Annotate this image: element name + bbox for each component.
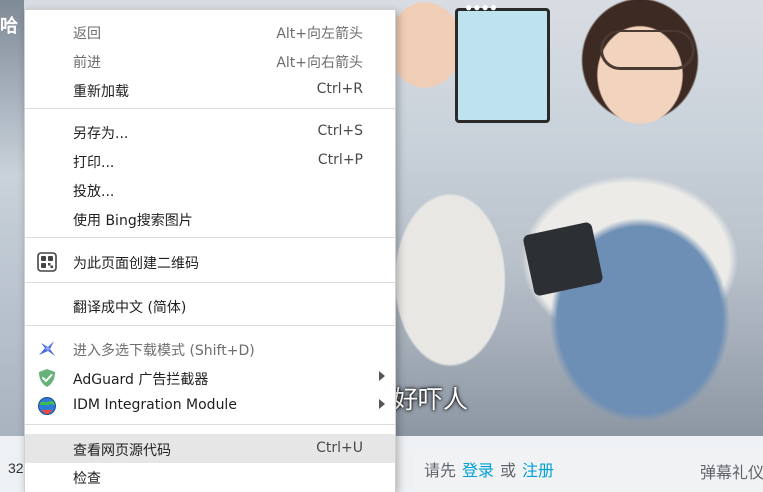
menu-item-adguard[interactable]: AdGuard 广告拦截器: [25, 363, 395, 392]
menu-item-shortcut: Ctrl+S: [317, 123, 363, 139]
menu-item-label: 重新加载: [73, 84, 129, 100]
menu-item-label: 打印...: [73, 155, 115, 171]
menu-item-cast[interactable]: 投放...: [25, 175, 395, 204]
glasses-shape: [600, 30, 695, 70]
menu-item-label: 另存为...: [73, 126, 129, 142]
menu-item-back[interactable]: 返回 Alt+向左箭头: [25, 17, 395, 46]
menu-separator: [25, 325, 395, 326]
menu-item-shortcut: Ctrl+R: [316, 81, 363, 97]
qr-code-icon: [37, 252, 57, 272]
background-dots: ●●●●: [465, 0, 498, 14]
menu-separator: [25, 237, 395, 238]
adguard-shield-icon: [37, 368, 57, 388]
menu-item-label: 为此页面创建二维码: [73, 256, 199, 272]
register-link[interactable]: 注册: [522, 457, 554, 481]
left-thumbnail-strip: [0, 0, 24, 436]
login-link[interactable]: 登录: [462, 457, 494, 481]
walkie-talkie-shape: [522, 221, 604, 297]
menu-item-shortcut: Ctrl+U: [316, 440, 363, 456]
menu-separator: [25, 424, 395, 425]
menu-item-idm[interactable]: IDM Integration Module: [25, 391, 395, 420]
menu-item-translate[interactable]: 翻译成中文 (简体): [25, 291, 395, 320]
view-count-partial: 32: [8, 460, 24, 476]
chevron-right-icon: [379, 371, 385, 381]
menu-item-label: 投放...: [73, 184, 115, 200]
chevron-right-icon: [379, 399, 385, 409]
menu-item-label: IDM Integration Module: [73, 397, 237, 413]
menu-item-print[interactable]: 打印... Ctrl+P: [25, 146, 395, 175]
danmaku-or: 或: [500, 461, 517, 480]
bird-download-icon: [37, 339, 57, 359]
danmaku-input-bar[interactable]: 请先 登录 或 注册 弹幕礼仪: [414, 448, 763, 490]
menu-item-shortcut: Alt+向右箭头: [276, 55, 363, 71]
menu-item-label: 查看网页源代码: [73, 443, 171, 459]
menu-item-bing-image-search[interactable]: 使用 Bing搜索图片: [25, 204, 395, 233]
corner-text: 哈: [0, 16, 18, 37]
danmaku-prefix: 请先: [424, 461, 457, 480]
background-screen: [455, 8, 550, 123]
context-menu: 返回 Alt+向左箭头 前进 Alt+向右箭头 重新加载 Ctrl+R 另存为.…: [24, 9, 396, 492]
menu-item-label: 返回: [73, 26, 101, 42]
idm-globe-icon: [37, 396, 57, 416]
menu-item-multi-download[interactable]: 进入多选下载模式 (Shift+D): [25, 334, 395, 363]
menu-item-save-as[interactable]: 另存为... Ctrl+S: [25, 117, 395, 146]
menu-item-label: 检查: [73, 471, 101, 487]
menu-item-label: 进入多选下载模式 (Shift+D): [73, 343, 255, 359]
danmaku-etiquette-link[interactable]: 弹幕礼仪: [700, 459, 763, 483]
menu-separator: [25, 282, 395, 283]
menu-item-reload[interactable]: 重新加载 Ctrl+R: [25, 75, 395, 104]
menu-item-forward[interactable]: 前进 Alt+向右箭头: [25, 46, 395, 75]
menu-item-label: 使用 Bing搜索图片: [73, 213, 193, 229]
menu-item-label: AdGuard 广告拦截器: [73, 372, 209, 388]
menu-item-shortcut: Ctrl+P: [317, 152, 363, 168]
menu-item-view-source[interactable]: 查看网页源代码 Ctrl+U: [25, 434, 395, 463]
menu-item-label: 前进: [73, 55, 101, 71]
menu-item-qr-code[interactable]: 为此页面创建二维码: [25, 247, 395, 276]
menu-item-label: 翻译成中文 (简体): [73, 300, 187, 316]
menu-item-shortcut: Alt+向左箭头: [276, 26, 363, 42]
menu-item-inspect[interactable]: 检查: [25, 462, 395, 491]
menu-separator: [25, 108, 395, 109]
